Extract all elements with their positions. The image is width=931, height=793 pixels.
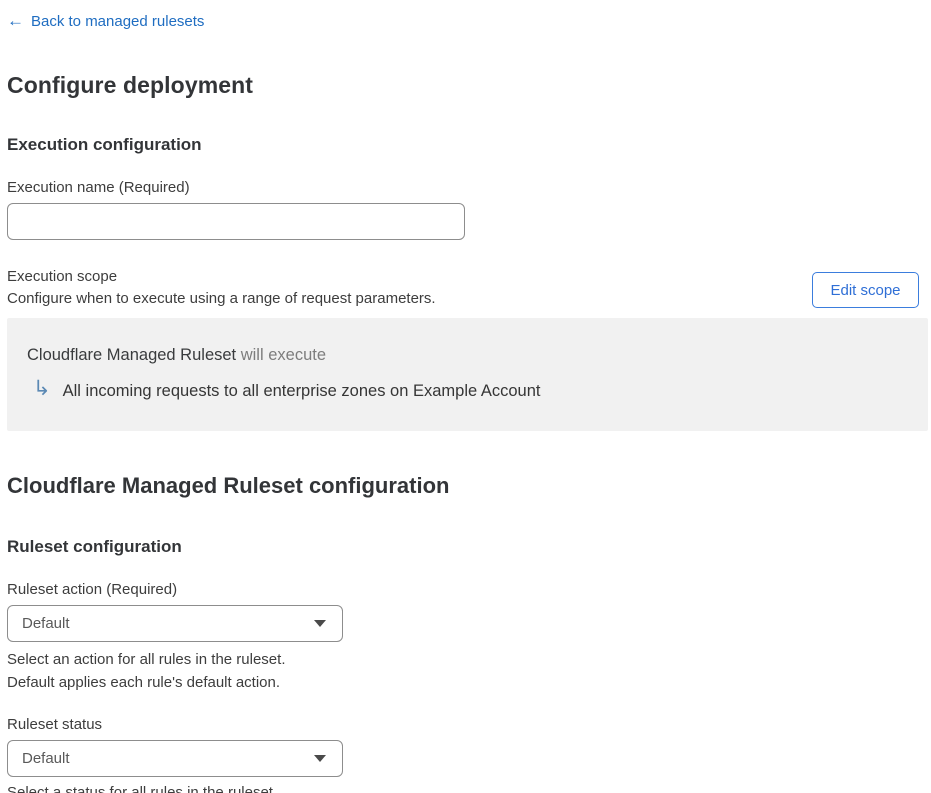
execution-scope-description: Configure when to execute using a range … [7, 290, 436, 307]
dropdown-caret-icon [314, 620, 326, 627]
scope-summary-detail: ↳ All incoming requests to all enterpris… [27, 377, 905, 403]
back-to-managed-rulesets-link[interactable]: ← Back to managed rulesets [7, 12, 204, 30]
configure-deployment-page: ← Back to managed rulesets Configure dep… [0, 0, 928, 793]
hook-arrow-icon: ↳ [33, 377, 51, 400]
ruleset-action-selected-value: Default [22, 615, 70, 632]
edit-scope-button[interactable]: Edit scope [812, 272, 919, 308]
will-execute-text: will execute [236, 346, 327, 364]
ruleset-status-label: Ruleset status [7, 716, 103, 733]
ruleset-configuration-subheading: Ruleset configuration [7, 537, 182, 556]
execution-scope-text: Execution scope Configure when to execut… [7, 266, 436, 310]
scope-summary-headline: Cloudflare Managed Ruleset will execute [27, 344, 905, 366]
ruleset-action-label: Ruleset action (Required) [7, 581, 178, 598]
ruleset-action-help-line1: Select an action for all rules in the ru… [7, 651, 286, 668]
scope-summary-panel: Cloudflare Managed Ruleset will execute … [7, 318, 928, 431]
ruleset-status-select[interactable]: Default [7, 740, 343, 777]
back-arrow-icon: ← [7, 11, 24, 30]
execution-configuration-heading: Execution configuration [7, 135, 202, 154]
scope-summary-text: All incoming requests to all enterprise … [62, 382, 541, 400]
execution-name-input[interactable] [7, 203, 465, 240]
ruleset-configuration-title: Cloudflare Managed Ruleset configuration [7, 473, 450, 498]
execution-name-label: Execution name (Required) [7, 179, 190, 196]
execution-scope-label: Execution scope [7, 268, 118, 285]
back-link-label: Back to managed rulesets [31, 12, 205, 30]
ruleset-status-help: Select a status for all rules in the rul… [7, 784, 278, 793]
execution-scope-row: Execution scope Configure when to execut… [7, 266, 919, 310]
ruleset-action-help: Select an action for all rules in the ru… [7, 649, 919, 694]
ruleset-action-select[interactable]: Default [7, 605, 343, 642]
ruleset-name-text: Cloudflare Managed Ruleset [27, 346, 237, 364]
ruleset-action-help-line2: Default applies each rule's default acti… [7, 673, 281, 691]
page-title: Configure deployment [7, 72, 254, 98]
dropdown-caret-icon [314, 755, 326, 762]
ruleset-status-selected-value: Default [22, 750, 70, 767]
